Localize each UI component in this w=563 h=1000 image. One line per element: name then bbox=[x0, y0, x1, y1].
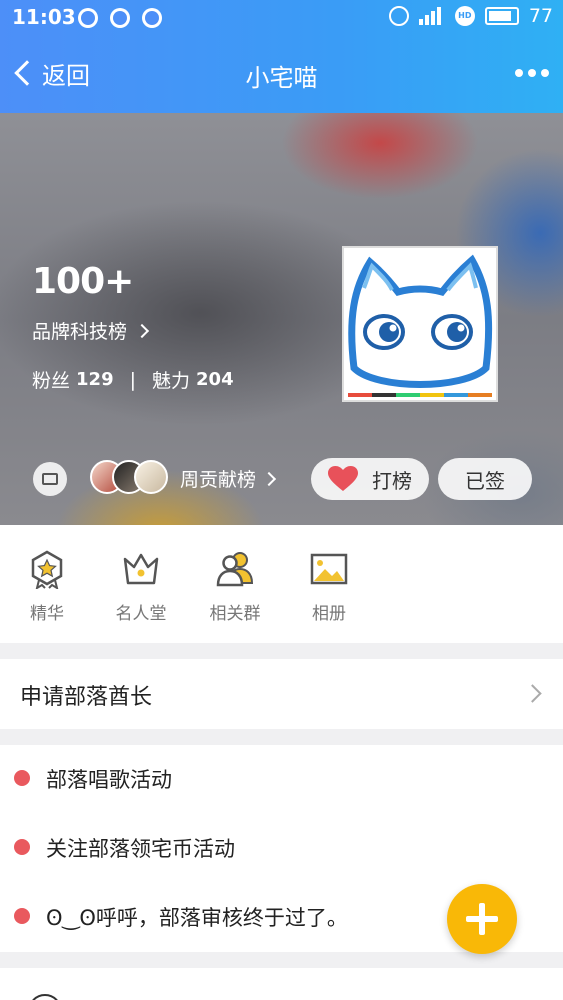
feature-label: 相册 bbox=[312, 604, 346, 624]
chevron-right-icon bbox=[261, 471, 277, 486]
feature-label: 名人堂 bbox=[115, 604, 167, 624]
star-badge-icon bbox=[31, 550, 63, 589]
red-dot-icon bbox=[14, 908, 30, 924]
logo-color-strip bbox=[348, 393, 492, 397]
fans-label: 粉丝 bbox=[32, 370, 71, 392]
crown-icon bbox=[123, 553, 159, 585]
bang-button[interactable]: 打榜 bbox=[311, 458, 429, 500]
red-dot-icon bbox=[14, 770, 30, 786]
avatar bbox=[28, 994, 62, 1000]
stats-separator: | bbox=[129, 368, 136, 391]
weekly-label: 周贡献榜 bbox=[180, 469, 257, 491]
rank-list-link[interactable]: 品牌科技榜 bbox=[32, 317, 150, 344]
status-bar: 11:03 HD 77 bbox=[0, 0, 563, 36]
cat-logo-icon bbox=[348, 254, 493, 388]
list-item[interactable]: 部落唱歌活动 bbox=[0, 747, 563, 807]
feature-hall-of-fame[interactable]: 名人堂 bbox=[94, 525, 188, 643]
contributor-avatars[interactable] bbox=[90, 460, 170, 498]
bang-button-label: 打榜 bbox=[372, 468, 412, 493]
rank-list-label: 品牌科技榜 bbox=[32, 321, 128, 343]
tribe-logo[interactable] bbox=[342, 246, 498, 402]
charm-count: 204 bbox=[196, 369, 234, 390]
signed-button-label: 已签 bbox=[465, 468, 505, 493]
chevron-right-icon bbox=[523, 684, 542, 703]
alarm-icon bbox=[388, 6, 409, 26]
heart-icon bbox=[328, 466, 358, 491]
avatar bbox=[134, 460, 168, 494]
tribe-stats: 粉丝 129 | 魅力 204 bbox=[32, 366, 234, 393]
message-notification-icon bbox=[78, 8, 98, 28]
hero-actions: 周贡献榜 打榜 已签 bbox=[0, 455, 563, 503]
chevron-right-icon bbox=[134, 323, 150, 338]
blocked-notification-icon bbox=[110, 8, 130, 28]
create-post-button[interactable] bbox=[447, 884, 517, 954]
charm-label: 魅力 bbox=[152, 370, 191, 392]
top-bar: 11:03 HD 77 返回 小宅喵 bbox=[0, 0, 563, 113]
signal-icon bbox=[418, 7, 445, 25]
notice-text: 关注部落领宅币活动 bbox=[46, 837, 235, 861]
chat-notification-icon bbox=[142, 8, 162, 28]
group-icon bbox=[216, 552, 254, 587]
tribe-header: 100+ 品牌科技榜 粉丝 129 | 魅力 204 周贡献榜 打榜 已签 bbox=[0, 113, 563, 525]
notice-text: ʘ‿ʘ呼呼，部落审核终于过了。 bbox=[46, 906, 348, 930]
feature-label: 精华 bbox=[30, 604, 64, 624]
feature-row: 精华 名人堂 相关群 相册 bbox=[0, 525, 563, 643]
signed-button[interactable]: 已签 bbox=[438, 458, 532, 500]
status-time: 11:03 bbox=[12, 5, 76, 29]
apply-chief-label: 申请部落酋长 bbox=[20, 685, 153, 710]
more-options-icon[interactable] bbox=[515, 69, 549, 77]
battery-level: 77 bbox=[528, 5, 553, 27]
apply-chief-row[interactable]: 申请部落酋长 bbox=[0, 659, 563, 729]
fans-count: 129 bbox=[76, 369, 114, 390]
battery-icon bbox=[484, 7, 519, 25]
page-title: 小宅喵 bbox=[245, 64, 318, 92]
notice-text: 部落唱歌活动 bbox=[46, 768, 172, 792]
list-item[interactable]: 关注部落领宅币活动 bbox=[0, 816, 563, 876]
red-dot-icon bbox=[14, 839, 30, 855]
feature-related-groups[interactable]: 相关群 bbox=[188, 525, 282, 643]
hd-icon: HD bbox=[454, 6, 475, 26]
member-card-icon[interactable] bbox=[33, 462, 67, 496]
next-card bbox=[0, 968, 563, 1000]
feature-album[interactable]: 相册 bbox=[282, 525, 376, 643]
picture-icon bbox=[310, 553, 348, 585]
feature-essence[interactable]: 精华 bbox=[0, 525, 94, 643]
nav-bar: 返回 小宅喵 bbox=[0, 45, 563, 103]
feature-label: 相关群 bbox=[209, 604, 261, 624]
rank-value: 100+ bbox=[32, 261, 134, 302]
weekly-contribution-link[interactable]: 周贡献榜 bbox=[180, 465, 277, 492]
